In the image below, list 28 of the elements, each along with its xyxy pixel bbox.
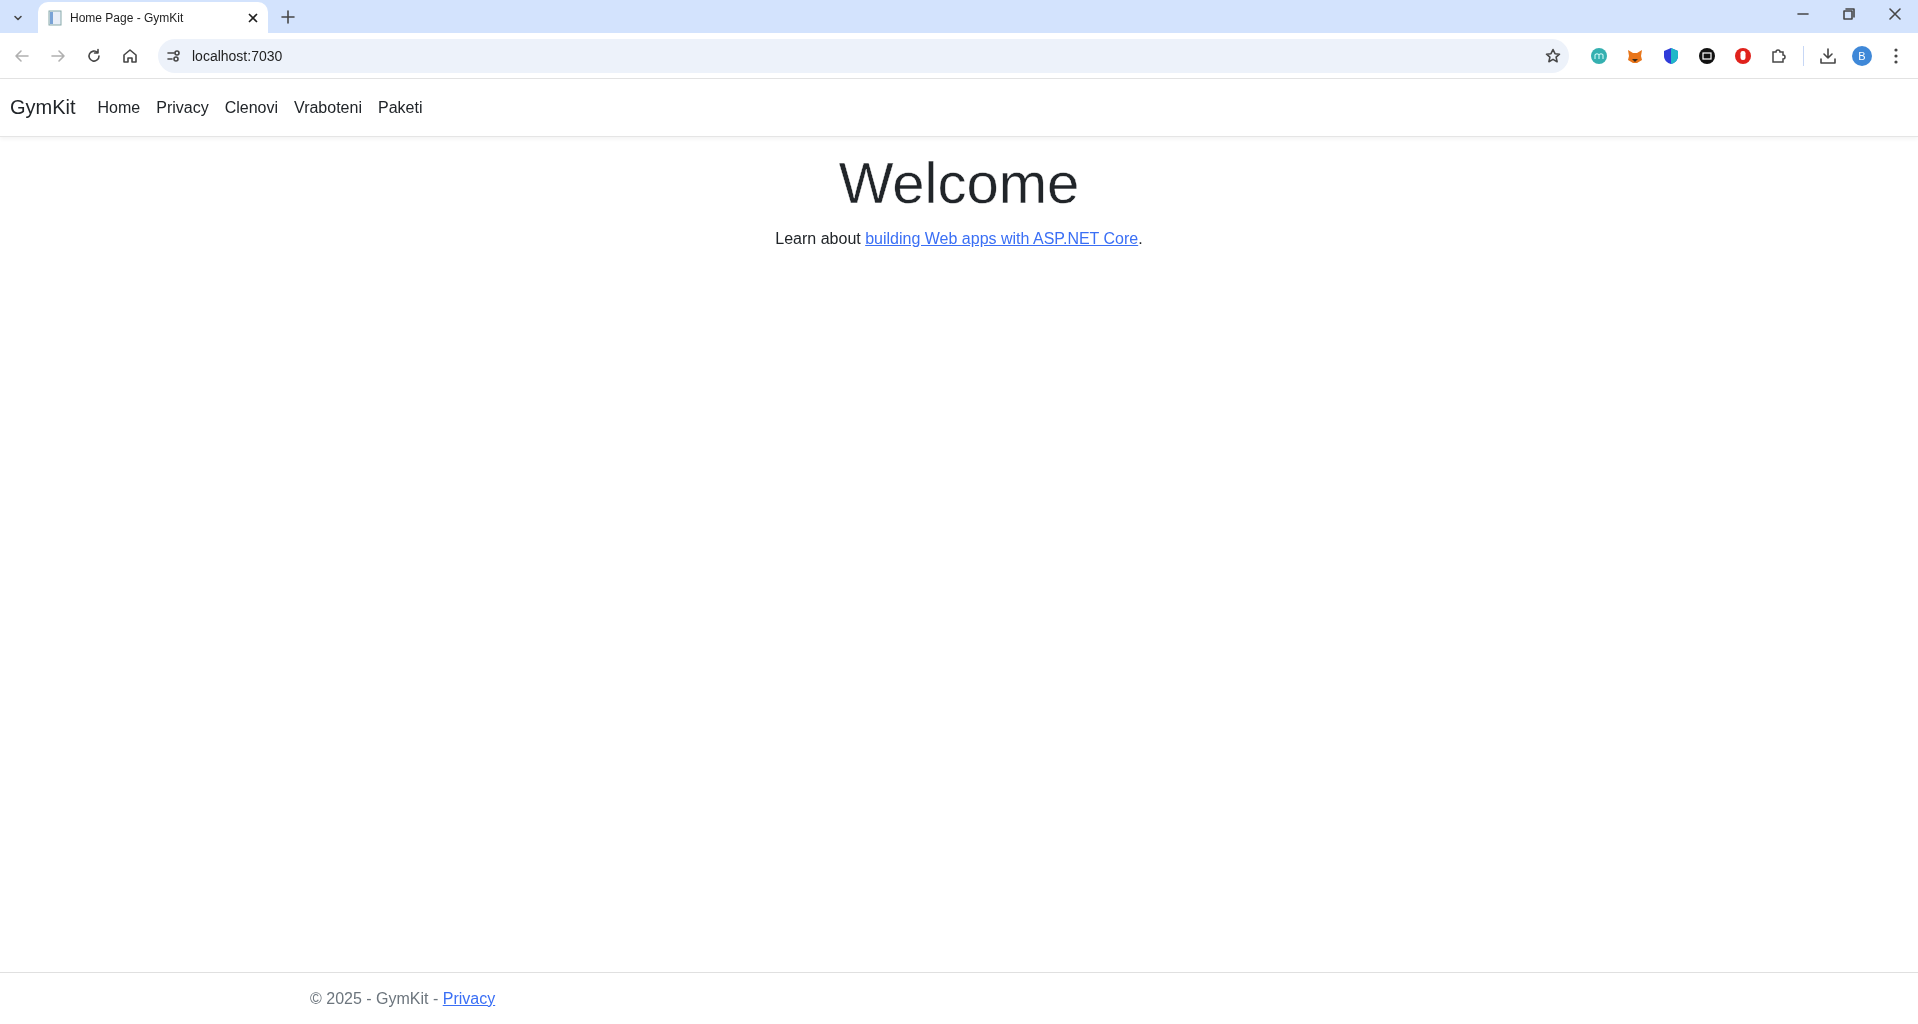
puzzle-icon[interactable] <box>1770 46 1788 65</box>
address-bar[interactable]: localhost:7030 <box>158 38 1569 73</box>
profile-button[interactable]: B <box>1852 45 1872 66</box>
privacy-link[interactable]: Privacy <box>442 989 496 1007</box>
shield-icon[interactable] <box>1662 46 1680 65</box>
close-icon[interactable] <box>1889 8 1901 20</box>
menu-icon[interactable] <box>1894 47 1898 64</box>
brand-link[interactable]: GymKit <box>10 96 76 119</box>
page-heading: Welcome <box>838 149 1080 216</box>
download-icon[interactable] <box>1819 46 1837 65</box>
nav-link[interactable]: Privacy <box>148 90 217 125</box>
extension-m-icon[interactable] <box>1590 46 1608 65</box>
nav-link[interactable]: Vraboteni <box>286 90 370 125</box>
nav-link[interactable]: Clenovi <box>216 90 287 125</box>
site-settings-icon[interactable] <box>166 47 182 64</box>
close-icon[interactable] <box>248 12 258 23</box>
star-icon[interactable] <box>1545 47 1561 64</box>
browser-tab[interactable]: Home Page - GymKit <box>38 2 268 33</box>
plus-icon[interactable] <box>281 10 295 24</box>
intro-text: Learn about building Web apps with ASP.NET Core. <box>775 230 1143 248</box>
copyright-text: © 2025 - GymKit - Privacy <box>310 989 496 1008</box>
docs-link[interactable]: building Web apps with ASP.NET Core <box>865 230 1139 247</box>
nav-link[interactable]: Home <box>89 90 149 125</box>
reload-icon[interactable] <box>86 47 102 64</box>
page-icon <box>48 9 62 26</box>
home-icon[interactable] <box>122 47 138 64</box>
restore-icon[interactable] <box>1843 8 1855 20</box>
nav-link[interactable]: Paketi <box>369 90 431 125</box>
